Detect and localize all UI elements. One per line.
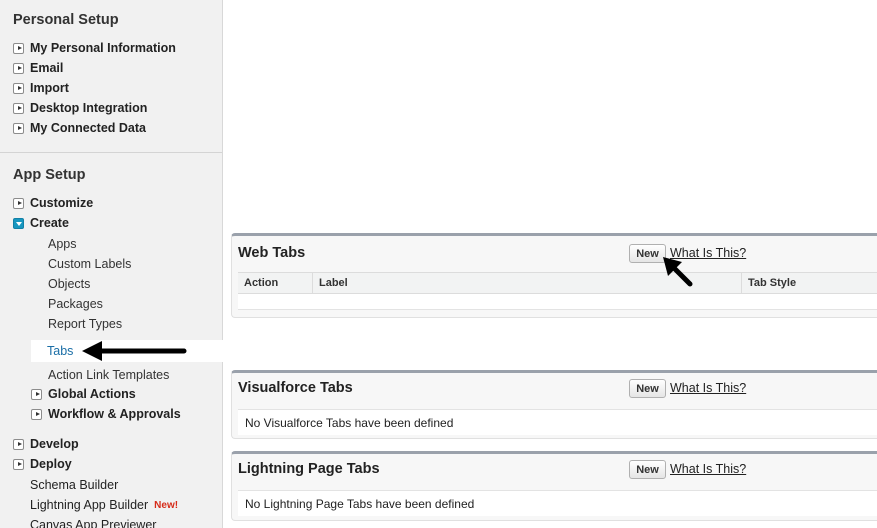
expand-arrow-icon[interactable] [13,197,24,209]
sidebar-item-label: Workflow & Approvals [48,407,181,421]
new-badge: New! [154,499,179,511]
sidebar-item-lightning-app-builder[interactable]: Lightning App Builder New! [30,495,178,515]
sidebar-item-create[interactable]: Create [13,213,69,233]
web-tabs-table-header: Action Label Tab Style [238,272,877,294]
expand-arrow-icon[interactable] [31,388,42,400]
sidebar-item-label: Lightning App Builder [30,498,149,512]
sidebar-item-develop[interactable]: Develop [13,434,79,454]
sidebar-item-label: Deploy [30,457,72,471]
expand-arrow-icon[interactable] [13,62,24,74]
web-tabs-empty-row [238,294,877,310]
lightning-page-tabs-empty-message: No Lightning Page Tabs have been defined [238,490,877,516]
lightning-page-tabs-new-button[interactable]: New [629,460,666,479]
visualforce-tabs-help-link[interactable]: What Is This? [670,381,746,395]
visualforce-tabs-title: Visualforce Tabs [238,380,353,396]
expand-arrow-icon[interactable] [13,122,24,134]
sidebar-item-label: My Personal Information [30,41,176,55]
personal-setup-heading: Personal Setup [13,12,119,28]
sidebar-item-label: Develop [30,437,79,451]
collapse-arrow-icon[interactable] [13,217,24,229]
sidebar-subitem-packages[interactable]: Packages [48,294,103,314]
sidebar-item-canvas-app-previewer[interactable]: Canvas App Previewer [30,515,156,528]
web-tabs-panel: Web Tabs New What Is This? Action Label … [231,233,877,318]
sidebar-item-label: Import [30,81,69,95]
expand-arrow-icon[interactable] [13,42,24,54]
sidebar-item-label: My Connected Data [30,121,146,135]
sidebar-item-label: Customize [30,196,94,210]
sidebar-subitem-report-types[interactable]: Report Types [48,314,122,334]
expand-arrow-icon[interactable] [13,458,24,470]
sidebar-item-label: Email [30,61,64,75]
setup-sidebar: Personal Setup My Personal Information E… [0,0,223,528]
sidebar-subitem-custom-labels[interactable]: Custom Labels [48,254,131,274]
column-header-tab-style[interactable]: Tab Style [741,273,877,293]
visualforce-tabs-new-button[interactable]: New [629,379,666,398]
expand-arrow-icon[interactable] [13,102,24,114]
sidebar-item-customize[interactable]: Customize [13,193,93,213]
app-setup-heading: App Setup [13,167,86,183]
sidebar-item-schema-builder[interactable]: Schema Builder [30,475,118,495]
sidebar-item-desktop-integration[interactable]: Desktop Integration [13,98,147,118]
sidebar-item-label: Desktop Integration [30,101,148,115]
expand-arrow-icon[interactable] [13,82,24,94]
sidebar-subitem-action-link-templates[interactable]: Action Link Templates [48,365,169,385]
pointer-arrow-left-icon [82,341,187,361]
sidebar-item-email[interactable]: Email [13,58,63,78]
visualforce-tabs-empty-message: No Visualforce Tabs have been defined [238,409,877,435]
sidebar-item-deploy[interactable]: Deploy [13,454,72,474]
sidebar-item-label: Create [30,216,69,230]
sidebar-item-import[interactable]: Import [13,78,69,98]
column-header-action[interactable]: Action [238,273,312,293]
lightning-page-tabs-title: Lightning Page Tabs [238,461,380,477]
sidebar-subitem-apps[interactable]: Apps [48,234,77,254]
lightning-page-tabs-help-link[interactable]: What Is This? [670,462,746,476]
expand-arrow-icon[interactable] [31,408,42,420]
sidebar-item-workflow-approvals[interactable]: Workflow & Approvals [31,404,181,424]
sidebar-item-label: Global Actions [48,387,136,401]
sidebar-item-my-connected-data[interactable]: My Connected Data [13,118,146,138]
expand-arrow-icon[interactable] [13,438,24,450]
web-tabs-title: Web Tabs [238,245,306,261]
sidebar-subitem-objects[interactable]: Objects [48,274,90,294]
visualforce-tabs-panel: Visualforce Tabs New What Is This? No Vi… [231,370,877,439]
lightning-page-tabs-panel: Lightning Page Tabs New What Is This? No… [231,451,877,521]
sidebar-item-global-actions[interactable]: Global Actions [31,384,136,404]
section-divider [0,152,222,153]
sidebar-item-my-personal-information[interactable]: My Personal Information [13,38,176,58]
pointer-arrow-diagonal-icon [663,257,693,287]
